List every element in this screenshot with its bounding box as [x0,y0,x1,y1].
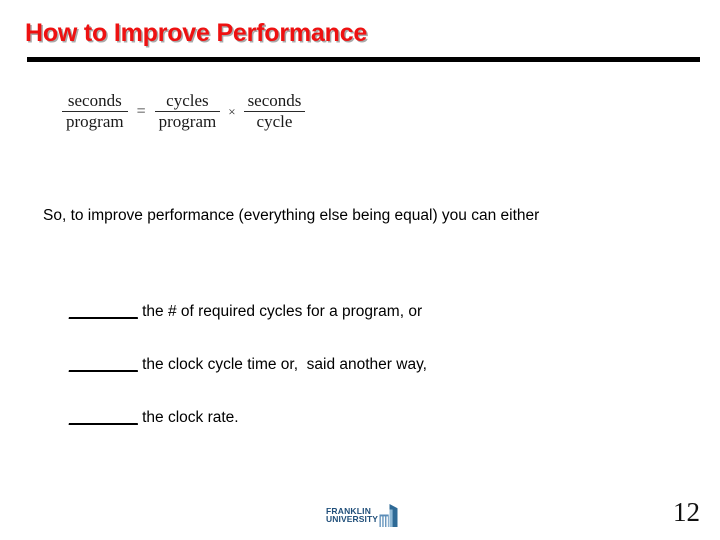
fraction-seconds-per-cycle: seconds cycle [243,91,306,132]
fill-in-blank: ________ [68,303,138,320]
fill-in-blank: ________ [68,409,138,426]
lead-paragraph: So, to improve performance (everything e… [43,207,540,224]
multiplication-sign: × [228,103,236,119]
page-number: 12 [673,497,700,527]
numerator: seconds [247,91,302,110]
equals-sign: = [136,102,146,120]
title-divider [27,57,700,62]
list-item-text: the clock cycle time or, said another wa… [137,356,427,373]
franklin-building-icon [379,503,398,527]
fraction-cycles-per-program: cycles program [154,91,221,132]
performance-equation: seconds program = cycles program × secon… [62,91,306,132]
logo-wordmark: FRANKLIN UNIVERSITY [326,506,379,524]
list-item: ________ the clock cycle time or, said a… [43,338,427,392]
body-content: So, to improve performance (everything e… [43,205,643,426]
franklin-university-logo: FRANKLIN UNIVERSITY [326,503,398,527]
fraction-seconds-per-program: seconds program [62,91,128,132]
fill-in-blank: ________ [68,356,138,373]
denominator: cycle [256,112,293,132]
list-item-text: the # of required cycles for a program, … [137,303,423,320]
numerator: cycles [166,91,209,110]
page-title: How to Improve Performance [25,19,368,47]
denominator: program [66,112,124,132]
list-item: ________ the clock rate. [43,391,239,445]
slide: How to Improve Performance seconds progr… [0,0,720,540]
list-item: ________ the # of required cycles for a … [43,285,422,339]
list-item-text: the clock rate. [137,409,239,426]
logo-line-2: UNIVERSITY [326,514,379,524]
denominator: program [158,112,217,132]
numerator: seconds [67,91,122,110]
